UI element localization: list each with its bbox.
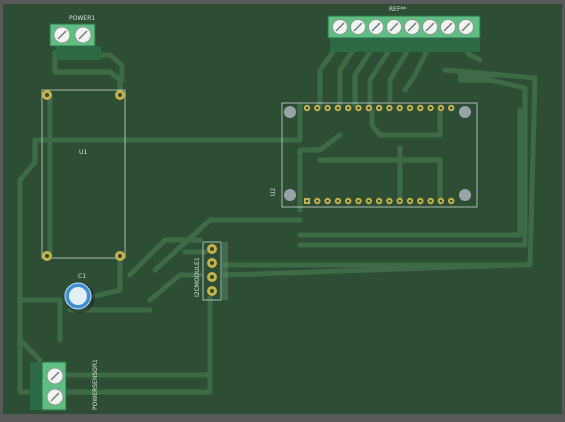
u1-label: U1 xyxy=(79,149,87,156)
mount-hole xyxy=(459,106,471,118)
pcb-canvas: U1 U2 POWER1 REF** C1 I2CMODULE1 POWERSE… xyxy=(0,0,565,418)
mount-hole xyxy=(284,106,296,118)
mount-hole xyxy=(459,189,471,201)
power-sensor-label: POWERSENSOR1 xyxy=(92,359,99,410)
c1-label: C1 xyxy=(78,273,86,280)
i2c-label: I2CMODULE1 xyxy=(194,257,201,297)
u2-label: U2 xyxy=(270,188,277,196)
pcb-render-view: U1 U2 POWER1 REF** C1 I2CMODULE1 POWERSE… xyxy=(0,0,565,418)
mount-hole xyxy=(284,189,296,201)
u2-bottom-header xyxy=(304,197,455,205)
u2-top-header xyxy=(303,104,455,112)
pcb-board xyxy=(3,4,562,414)
power-label: POWER1 xyxy=(69,15,95,22)
ref-label: REF** xyxy=(389,6,406,13)
